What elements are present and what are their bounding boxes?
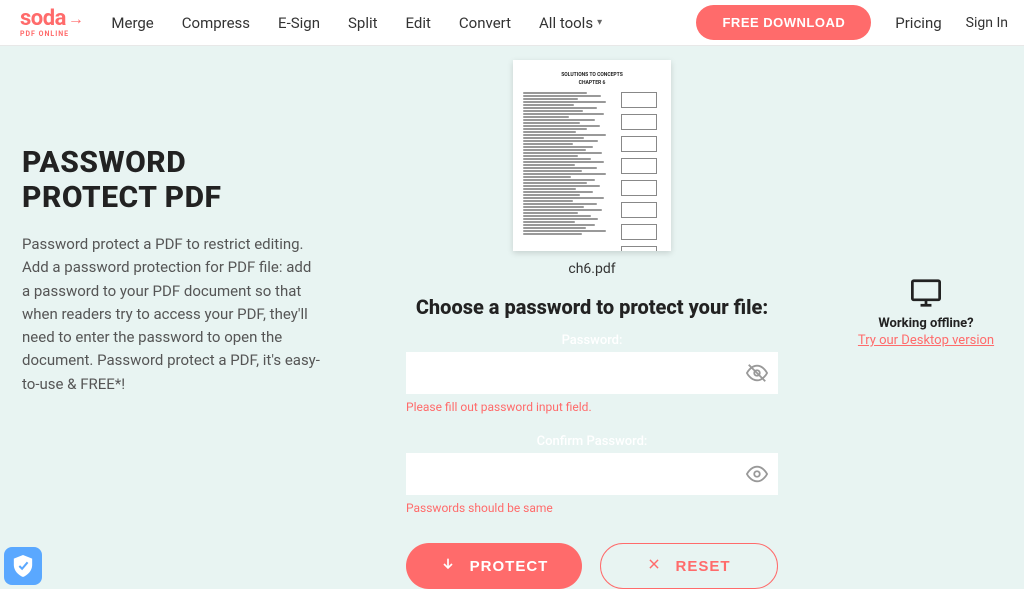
main-content: PASSWORD PROTECT PDF Password protect a … bbox=[0, 46, 1024, 589]
page-title-line1: PASSWORD bbox=[22, 145, 186, 180]
reset-button[interactable]: RESET bbox=[600, 543, 778, 589]
thumb-heading1: SOLUTIONS TO CONCEPTS bbox=[523, 72, 661, 78]
password-error: Please fill out password input field. bbox=[406, 400, 778, 414]
sign-in-link[interactable]: Sign In bbox=[966, 15, 1008, 31]
nav-all-tools-label: All tools bbox=[539, 14, 593, 32]
toggle-confirm-visibility-icon[interactable] bbox=[746, 463, 768, 485]
password-form: Password: Please fill out password input… bbox=[406, 333, 778, 589]
confirm-password-error: Passwords should be same bbox=[406, 501, 778, 515]
protect-button-label: PROTECT bbox=[470, 558, 549, 575]
close-icon bbox=[647, 557, 661, 575]
confirm-password-label: Confirm Password: bbox=[406, 434, 778, 449]
logo-arrow-icon: → bbox=[68, 11, 84, 27]
header-right: FREE DOWNLOAD Pricing Sign In bbox=[696, 5, 1008, 40]
nav-merge[interactable]: Merge bbox=[111, 14, 153, 32]
nav-all-tools[interactable]: All tools ▾ bbox=[539, 14, 602, 32]
nav-edit[interactable]: Edit bbox=[406, 14, 431, 32]
thumb-heading2: CHAPTER 6 bbox=[523, 80, 661, 86]
desktop-version-link[interactable]: Try our Desktop version bbox=[844, 333, 1008, 348]
top-nav: Merge Compress E-Sign Split Edit Convert… bbox=[111, 14, 696, 32]
header: soda→ PDF ONLINE Merge Compress E-Sign S… bbox=[0, 0, 1024, 46]
page-title: PASSWORD PROTECT PDF bbox=[22, 146, 340, 215]
security-shield-badge[interactable] bbox=[4, 547, 42, 585]
password-label: Password: bbox=[406, 333, 778, 348]
file-thumbnail: SOLUTIONS TO CONCEPTS CHAPTER 6 bbox=[513, 60, 671, 251]
toggle-password-visibility-icon[interactable] bbox=[746, 362, 768, 384]
right-column: Working offline? Try our Desktop version bbox=[844, 46, 1024, 589]
download-arrow-icon bbox=[440, 556, 456, 576]
offline-heading: Working offline? bbox=[844, 316, 1008, 331]
nav-compress[interactable]: Compress bbox=[182, 14, 250, 32]
logo-subtext: PDF ONLINE bbox=[20, 30, 83, 38]
logo[interactable]: soda→ PDF ONLINE bbox=[20, 8, 83, 38]
free-download-button[interactable]: FREE DOWNLOAD bbox=[696, 5, 871, 40]
page-title-line2: PROTECT PDF bbox=[22, 180, 221, 215]
nav-convert[interactable]: Convert bbox=[459, 14, 511, 32]
protect-button[interactable]: PROTECT bbox=[406, 543, 582, 589]
file-name: ch6.pdf bbox=[568, 261, 615, 277]
password-input[interactable] bbox=[406, 352, 778, 394]
nav-split[interactable]: Split bbox=[348, 14, 378, 32]
chevron-down-icon: ▾ bbox=[597, 17, 602, 28]
form-heading: Choose a password to protect your file: bbox=[416, 295, 768, 319]
confirm-password-input[interactable] bbox=[406, 453, 778, 495]
reset-button-label: RESET bbox=[675, 558, 730, 575]
page-description: Password protect a PDF to restrict editi… bbox=[22, 233, 322, 396]
center-column: SOLUTIONS TO CONCEPTS CHAPTER 6 ch6.pdf … bbox=[340, 46, 844, 589]
left-column: PASSWORD PROTECT PDF Password protect a … bbox=[0, 46, 340, 589]
nav-esign[interactable]: E-Sign bbox=[278, 14, 320, 32]
monitor-icon bbox=[844, 278, 1008, 308]
pricing-link[interactable]: Pricing bbox=[895, 14, 941, 32]
logo-text: soda bbox=[20, 8, 66, 30]
